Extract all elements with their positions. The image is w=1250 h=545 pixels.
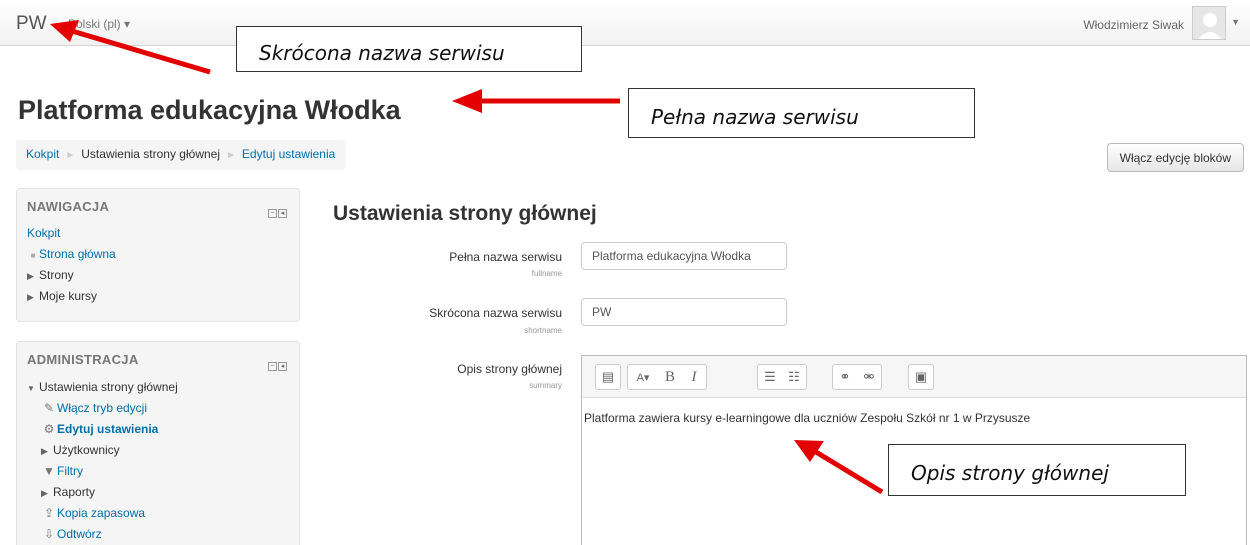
- paragraph-style-icon[interactable]: A▾: [628, 365, 658, 389]
- expand-arrow-icon[interactable]: ▶: [41, 441, 53, 462]
- toolbar-group: ☰ ☷: [757, 364, 807, 390]
- user-avatar-icon: [1198, 13, 1222, 39]
- administration-block-title: ADMINISTRACJA: [27, 352, 139, 367]
- site-short-name[interactable]: PW: [16, 13, 47, 35]
- admin-item-restore[interactable]: Odtwórz: [57, 527, 102, 541]
- dock-icon[interactable]: ◂: [278, 362, 287, 371]
- form-title: Ustawienia strony głównej: [333, 202, 597, 225]
- nav-item-front-page[interactable]: Strona główna: [39, 247, 116, 261]
- breadcrumb: Kokpit ► Ustawienia strony głównej ► Edytuj …: [16, 140, 346, 170]
- dock-icon[interactable]: ◂: [278, 209, 287, 218]
- breadcrumb-separator: ►: [226, 150, 236, 161]
- block-controls: − ◂: [267, 356, 287, 371]
- ordered-list-icon[interactable]: ☷: [782, 365, 806, 389]
- admin-item-edit-settings[interactable]: Edytuj ustawienia: [57, 422, 158, 436]
- user-name[interactable]: Włodzimierz Siwak: [1083, 18, 1184, 32]
- bullet-icon: ■: [30, 251, 36, 260]
- summary-text[interactable]: Platforma zawiera kursy e-learningowe dl…: [582, 398, 1246, 438]
- breadcrumb-edit-settings[interactable]: Edytuj ustawienia: [242, 147, 335, 161]
- expand-arrow-icon[interactable]: ▶: [27, 287, 39, 308]
- toolbar-group: A▾ B I: [627, 364, 707, 390]
- italic-icon[interactable]: I: [682, 365, 706, 389]
- expand-arrow-icon[interactable]: ▶: [41, 483, 53, 504]
- annotation-shortname: Skrócona nazwa serwisu: [236, 26, 582, 72]
- editor-toolbar: ▤ A▾ B I ☰ ☷ ⚭ ⚮ ▣: [582, 356, 1246, 398]
- enable-block-editing-button[interactable]: Włącz edycję bloków: [1106, 143, 1244, 172]
- nav-item-pages[interactable]: Strony: [39, 268, 74, 282]
- shortname-label: Skrócona nazwa serwisu: [429, 306, 562, 320]
- nav-item-my-courses[interactable]: Moje kursy: [39, 289, 97, 303]
- breadcrumb-separator: ►: [65, 150, 76, 161]
- annotation-summary: Opis strony głównej: [888, 444, 1186, 496]
- fullname-field[interactable]: [581, 242, 787, 270]
- administration-block: ADMINISTRACJA − ◂ ▼ Ustawienia strony głów…: [16, 341, 300, 545]
- admin-item-reports[interactable]: Raporty: [53, 485, 95, 499]
- link-icon[interactable]: ⚭: [833, 365, 857, 389]
- admin-item-front-settings[interactable]: Ustawienia strony głównej: [39, 380, 178, 394]
- image-icon[interactable]: ▣: [909, 365, 933, 389]
- admin-item-backup[interactable]: Kopia zapasowa: [57, 506, 145, 520]
- breadcrumb-kokpit[interactable]: Kokpit: [26, 147, 59, 161]
- top-navbar: PW Polski (pl) ▾ Włodzimierz Siwak ▼: [0, 0, 1250, 46]
- nav-item-kokpit[interactable]: Kokpit: [27, 226, 60, 240]
- navigation-block: NAWIGACJA − ◂ Kokpit ■ Strona główna ▶ Stro…: [16, 188, 300, 322]
- toolbar-toggle-icon[interactable]: ▤: [596, 365, 620, 389]
- filter-icon: ▼: [43, 464, 55, 478]
- block-controls: − ◂: [267, 203, 287, 218]
- toolbar-group: ⚭ ⚮: [832, 364, 882, 390]
- expanded-arrow-icon[interactable]: ▼: [27, 378, 39, 399]
- expand-arrow-icon[interactable]: ▶: [27, 266, 39, 287]
- annotation-fullname: Pełna nazwa serwisu: [628, 88, 975, 138]
- bold-icon[interactable]: B: [658, 365, 682, 389]
- unlink-icon[interactable]: ⚮: [857, 365, 881, 389]
- language-menu[interactable]: Polski (pl) ▾: [68, 17, 130, 31]
- restore-icon: ⇩: [43, 527, 55, 541]
- navigation-block-title: NAWIGACJA: [27, 199, 110, 214]
- admin-item-users[interactable]: Użytkownicy: [53, 443, 120, 457]
- summary-label: Opis strony głównej: [457, 362, 562, 376]
- collapse-icon[interactable]: −: [268, 362, 277, 371]
- unordered-list-icon[interactable]: ☰: [758, 365, 782, 389]
- admin-item-filters[interactable]: Filtry: [57, 464, 83, 478]
- shortname-field[interactable]: [581, 298, 787, 326]
- gear-icon: ⚙: [43, 422, 55, 436]
- fullname-label: Pełna nazwa serwisu: [449, 250, 562, 264]
- toolbar-group: ▣: [908, 364, 934, 390]
- collapse-icon[interactable]: −: [268, 209, 277, 218]
- summary-sublabel: summary: [529, 381, 562, 390]
- arrow-head-full-name: [452, 89, 482, 113]
- user-menu-caret-icon[interactable]: ▼: [1231, 17, 1240, 27]
- admin-item-edit-mode[interactable]: Włącz tryb edycji: [57, 401, 147, 415]
- fullname-sublabel: fullname: [531, 269, 562, 278]
- avatar[interactable]: [1192, 6, 1226, 40]
- toolbar-group: ▤: [595, 364, 621, 390]
- breadcrumb-front-settings[interactable]: Ustawienia strony głównej: [81, 147, 220, 161]
- shortname-sublabel: shortname: [524, 326, 562, 335]
- backup-icon: ⇪: [43, 506, 55, 520]
- page-title: Platforma edukacyjna Włodka: [18, 95, 401, 125]
- pencil-icon: ✎: [43, 401, 55, 415]
